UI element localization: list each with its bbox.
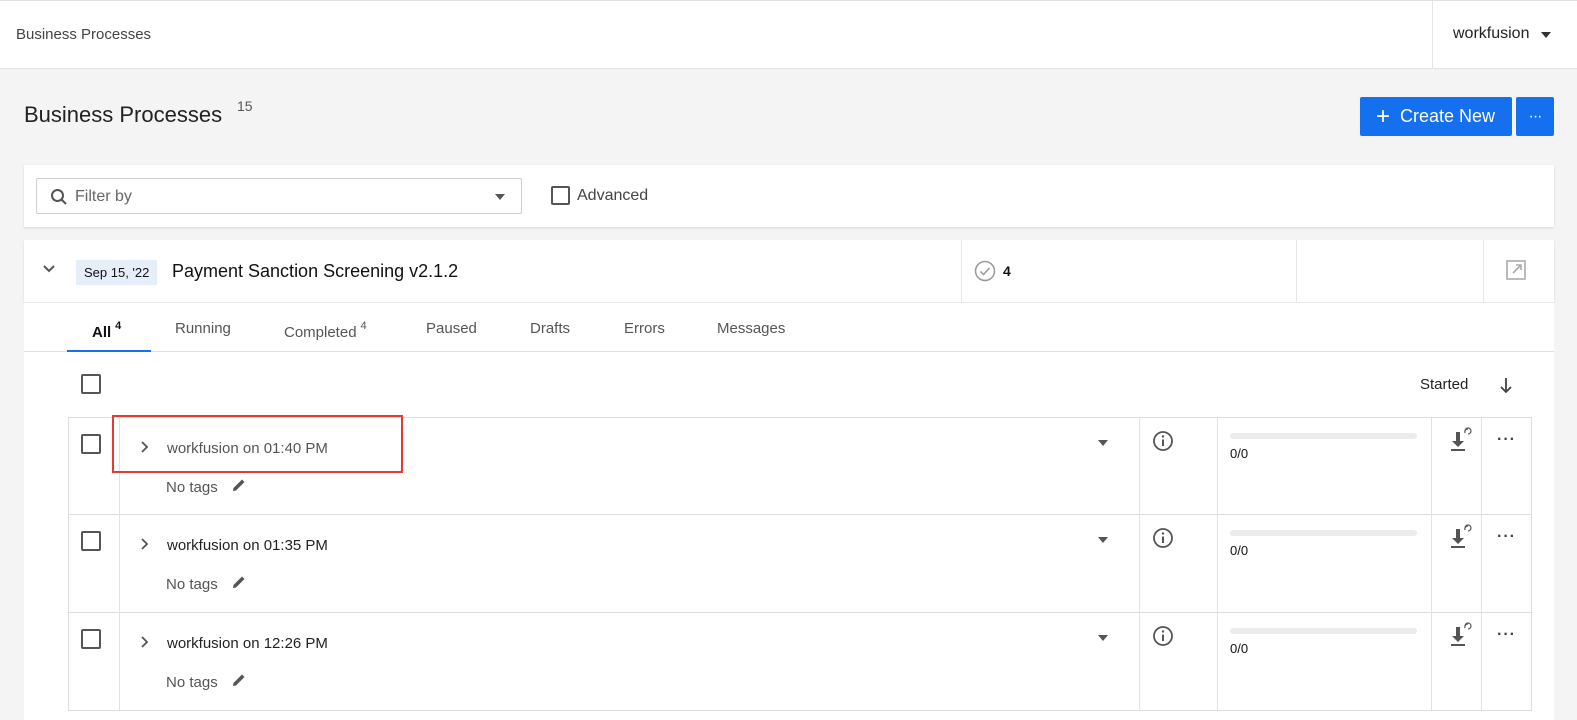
process-name[interactable]: Payment Sanction Screening v2.1.2 <box>172 261 458 282</box>
row-dropdown-icon[interactable] <box>1098 635 1108 641</box>
process-count: 15 <box>237 98 253 114</box>
info-icon[interactable] <box>1152 430 1174 452</box>
tab-completed[interactable]: Completed 4 <box>284 320 367 341</box>
divider <box>1431 515 1432 612</box>
divider <box>119 613 120 710</box>
download-refresh-icon[interactable] <box>1446 523 1472 551</box>
divider <box>1139 613 1140 710</box>
open-external-icon[interactable] <box>1505 259 1527 281</box>
arrow-down-icon[interactable] <box>1498 375 1514 395</box>
download-refresh-icon[interactable] <box>1446 426 1472 454</box>
run-title[interactable]: workfusion on 01:35 PM <box>167 537 328 554</box>
row-checkbox[interactable] <box>81 531 101 551</box>
table-row[interactable]: workfusion on 12:26 PM No tags 0/0 ··· <box>68 613 1532 711</box>
row-checkbox[interactable] <box>81 434 101 454</box>
check-circle-icon <box>974 260 996 282</box>
advanced-checkbox[interactable] <box>551 186 570 205</box>
tags-label: No tags <box>166 576 218 593</box>
process-date-badge: Sep 15, '22 <box>76 260 158 285</box>
tab-bar: All 4 Running Completed 4 Paused Drafts Er… <box>24 303 1554 352</box>
process-header: Sep 15, '22 Payment Sanction Screening v… <box>24 240 1554 302</box>
create-new-button[interactable]: + Create New <box>1360 97 1512 136</box>
progress-text: 0/0 <box>1230 641 1249 656</box>
more-actions-button[interactable]: ··· <box>1516 97 1554 136</box>
chevron-right-icon[interactable] <box>139 537 149 551</box>
top-bar: Business Processes workfusion <box>0 0 1577 69</box>
divider <box>1217 613 1218 710</box>
process-runs-panel: All 4 Running Completed 4 Paused Drafts Er… <box>24 302 1554 720</box>
divider <box>1139 418 1140 515</box>
more-options-icon[interactable]: ··· <box>1497 626 1516 644</box>
tags-label: No tags <box>166 674 218 691</box>
more-options-icon[interactable]: ··· <box>1497 431 1516 449</box>
breadcrumb[interactable]: Business Processes <box>16 26 151 43</box>
divider <box>1481 613 1482 710</box>
divider <box>961 240 962 302</box>
progress-text: 0/0 <box>1230 446 1249 461</box>
chevron-down-icon[interactable] <box>42 264 56 274</box>
run-title[interactable]: workfusion on 01:40 PM <box>167 440 328 457</box>
user-name: workfusion <box>1453 25 1530 42</box>
info-icon[interactable] <box>1152 625 1174 647</box>
divider <box>1217 515 1218 612</box>
page-title: Business Processes <box>24 102 223 127</box>
divider <box>1296 240 1297 302</box>
caret-down-icon <box>1541 32 1551 38</box>
tab-errors[interactable]: Errors <box>624 320 665 337</box>
divider <box>1483 240 1484 302</box>
user-menu[interactable]: workfusion <box>1432 1 1577 69</box>
pencil-icon[interactable] <box>231 477 247 493</box>
row-dropdown-icon[interactable] <box>1098 440 1108 446</box>
chevron-right-icon[interactable] <box>139 440 149 454</box>
tags-label: No tags <box>166 479 218 496</box>
runs-list: workfusion on 01:40 PM No tags 0/0 ··· w… <box>68 417 1532 711</box>
table-row[interactable]: workfusion on 01:40 PM No tags 0/0 ··· <box>68 417 1532 515</box>
run-title[interactable]: workfusion on 12:26 PM <box>167 635 328 652</box>
pencil-icon[interactable] <box>231 574 247 590</box>
divider <box>1431 418 1432 515</box>
info-icon[interactable] <box>1152 527 1174 549</box>
divider <box>1481 515 1482 612</box>
tab-running[interactable]: Running <box>175 320 231 337</box>
plus-icon: + <box>1376 102 1391 130</box>
tab-paused[interactable]: Paused <box>426 320 477 337</box>
row-dropdown-icon[interactable] <box>1098 537 1108 543</box>
filter-placeholder: Filter by <box>75 188 132 205</box>
row-checkbox[interactable] <box>81 629 101 649</box>
create-new-label: Create New <box>1400 106 1496 126</box>
chevron-right-icon[interactable] <box>139 635 149 649</box>
download-refresh-icon[interactable] <box>1446 621 1472 649</box>
table-row[interactable]: workfusion on 01:35 PM No tags 0/0 ··· <box>68 515 1532 613</box>
progress-bar <box>1230 530 1417 536</box>
sort-label[interactable]: Started <box>1420 376 1468 393</box>
progress-text: 0/0 <box>1230 543 1249 558</box>
completed-count: 4 <box>1003 263 1011 279</box>
dropdown-arrow-icon[interactable] <box>495 194 505 200</box>
tab-drafts[interactable]: Drafts <box>530 320 570 337</box>
divider <box>119 515 120 612</box>
filter-input[interactable]: Filter by <box>36 178 522 214</box>
divider <box>1431 613 1432 710</box>
select-all-checkbox[interactable] <box>81 374 101 394</box>
more-options-icon[interactable]: ··· <box>1497 528 1516 546</box>
tab-all[interactable]: All 4 <box>92 320 121 341</box>
progress-bar <box>1230 628 1417 634</box>
active-tab-indicator <box>67 350 151 352</box>
advanced-label[interactable]: Advanced <box>577 187 648 205</box>
filter-panel: Filter by Advanced <box>24 165 1554 227</box>
divider <box>1139 515 1140 612</box>
pencil-icon[interactable] <box>231 672 247 688</box>
divider <box>1217 418 1218 515</box>
tab-messages[interactable]: Messages <box>717 320 785 337</box>
divider <box>119 418 120 515</box>
progress-bar <box>1230 433 1417 439</box>
search-icon <box>51 189 67 205</box>
divider <box>1481 418 1482 515</box>
